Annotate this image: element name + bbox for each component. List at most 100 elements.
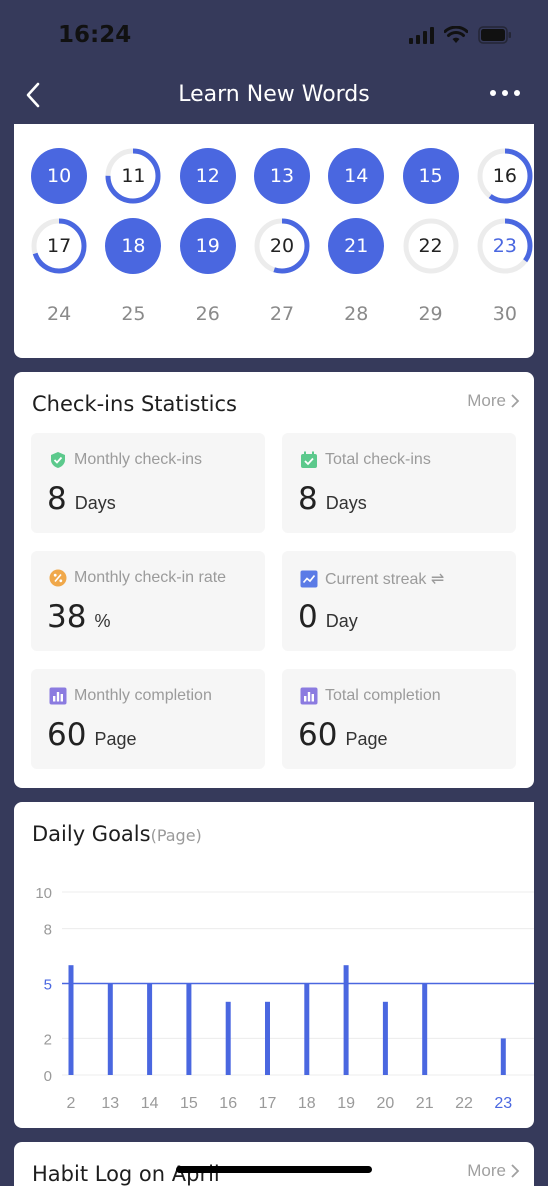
page-title: Learn New Words: [178, 82, 370, 107]
chevron-right-icon: [511, 394, 520, 408]
calendar-day-number: 21: [344, 235, 369, 257]
calendar-day-number: 25: [121, 303, 146, 325]
calendar-day-number: 17: [47, 235, 72, 257]
stat-value-row: 0 Day: [298, 599, 358, 635]
stat-unit: %: [94, 611, 111, 631]
status-icons: [409, 26, 512, 44]
stat-value-row: 60 Page: [47, 717, 137, 753]
calendar-day[interactable]: 20: [245, 216, 319, 276]
stat-value: 38: [47, 599, 87, 635]
percent-icon: [49, 569, 67, 587]
stat-value: 0: [298, 599, 318, 635]
calendar-day[interactable]: 13: [245, 146, 319, 206]
calendar-day-number: 20: [269, 235, 295, 257]
stat-label-row: Total check-ins: [300, 451, 431, 469]
chart-bar: [147, 983, 153, 1075]
trend-icon: [300, 570, 318, 588]
calendar-day-number: 13: [269, 165, 295, 187]
chart-bar: [68, 965, 74, 1075]
stat-tile: Monthly check-ins 8 Days: [31, 433, 265, 533]
stat-label-row: Current streak ⇌: [300, 569, 444, 589]
calendar-row: 10 11 12 13 14 15 16: [22, 146, 534, 206]
stat-tile: Monthly completion 60 Page: [31, 669, 265, 769]
stat-tile[interactable]: Current streak ⇌ 0 Day: [282, 551, 516, 651]
calendar-day[interactable]: 22: [393, 216, 467, 276]
calendar-day[interactable]: 16: [468, 146, 534, 206]
y-tick-label: 5: [44, 977, 52, 994]
chart-bar: [382, 1001, 388, 1075]
stat-label: Total check-ins: [325, 451, 431, 468]
calendar-day-number: 30: [492, 303, 517, 325]
calendar-day[interactable]: 28: [319, 284, 393, 344]
stats-title: Check-ins Statistics: [32, 392, 237, 416]
calendar-day-number: 12: [195, 165, 220, 187]
calendar-day[interactable]: 30: [468, 284, 534, 344]
habit-more-label: More: [467, 1161, 506, 1180]
calendar-row: 24 25 26 27 28 29 30: [22, 284, 534, 344]
calendar-day[interactable]: 27: [245, 284, 319, 344]
calendar-day[interactable]: 25: [96, 284, 170, 344]
stats-more-link[interactable]: More: [467, 391, 520, 411]
stat-unit: Page: [345, 729, 388, 749]
stat-label: Monthly check-ins: [74, 451, 203, 468]
calendar-day-number: 22: [418, 235, 443, 257]
stat-label: Current streak ⇌: [325, 571, 445, 588]
calendar-day-number: 19: [195, 235, 220, 257]
calendar-day-number: 24: [47, 303, 72, 325]
calendar-day-number: 18: [121, 235, 146, 257]
status-time: 16:24: [58, 22, 132, 48]
calendar-day[interactable]: 10: [22, 146, 96, 206]
calendar-day[interactable]: 24: [22, 284, 96, 344]
checkin-stats-card: Check-ins Statistics More Monthly check-…: [14, 372, 534, 788]
bar-chart-icon: [49, 687, 67, 705]
calendar-day[interactable]: 15: [393, 146, 467, 206]
more-options-icon[interactable]: [490, 90, 520, 96]
calendar-day[interactable]: 21: [319, 216, 393, 276]
calendar-day-number: 29: [418, 303, 443, 325]
stats-more-label: More: [467, 391, 506, 410]
x-tick-label: 23: [494, 1095, 512, 1112]
calendar-day[interactable]: 23: [468, 216, 534, 276]
stat-value-row: 8 Days: [47, 481, 116, 517]
calendar-day[interactable]: 29: [393, 284, 467, 344]
chart-bar: [500, 1038, 506, 1075]
calendar-day-number: 11: [121, 165, 146, 187]
calendar-day[interactable]: 26: [171, 284, 245, 344]
calendar-day-number: 16: [492, 165, 517, 187]
calendar-day-number: 26: [195, 303, 220, 325]
battery-icon: [478, 26, 511, 44]
x-tick-label: 17: [259, 1095, 277, 1112]
calendar-row: 17 18 19 20 21 22 23: [22, 216, 534, 276]
stat-label: Total completion: [325, 687, 441, 704]
chart-bar: [186, 983, 192, 1075]
y-tick-label: 10: [35, 885, 52, 902]
chart-bar: [225, 1001, 231, 1075]
stat-label-row: Monthly completion: [49, 687, 212, 705]
daily-goals-card: Daily Goals(Page) 0 2 5 8 10 2 13 14 15 16 17 18 19 2…: [14, 802, 534, 1128]
stat-tile: Total completion 60 Page: [282, 669, 516, 769]
stat-value: 8: [47, 481, 67, 517]
habit-more-link[interactable]: More: [467, 1161, 520, 1181]
stat-label-row: Monthly check-in rate: [49, 569, 226, 587]
stat-unit: Days: [325, 493, 367, 513]
x-tick-label: 2: [67, 1095, 76, 1112]
calendar-day[interactable]: 17: [22, 216, 96, 276]
check-shield-icon: [49, 451, 67, 469]
calendar-day[interactable]: 12: [171, 146, 245, 206]
signal-icon: [409, 26, 434, 44]
y-tick-label: 0: [44, 1068, 52, 1085]
calendar-day[interactable]: 11: [96, 146, 170, 206]
calendar-day[interactable]: 19: [171, 216, 245, 276]
calendar-day[interactable]: 14: [319, 146, 393, 206]
x-tick-label: 21: [416, 1095, 434, 1112]
stat-value: 8: [298, 481, 318, 517]
x-tick-label: 22: [455, 1095, 473, 1112]
nav-bar: Learn New Words: [0, 70, 548, 122]
calendar-day[interactable]: 18: [96, 216, 170, 276]
chart-bar: [343, 965, 349, 1075]
stat-value: 60: [298, 717, 338, 753]
x-tick-label: 20: [377, 1095, 395, 1112]
stat-value: 60: [47, 717, 87, 753]
calendar-day-number: 23: [492, 235, 517, 257]
stat-value-row: 60 Page: [298, 717, 388, 753]
